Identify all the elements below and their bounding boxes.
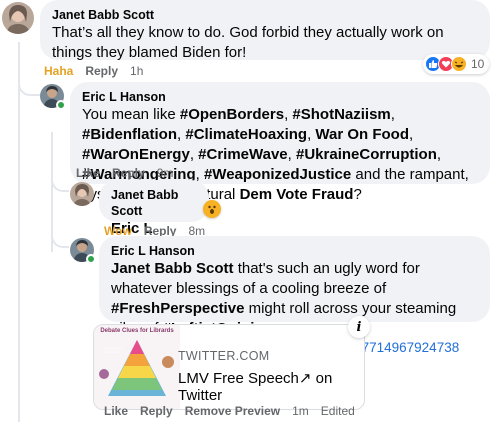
hashtag[interactable]: #WeaponizedJustice	[204, 166, 351, 183]
thread-curve-1	[18, 82, 40, 96]
wow-icon[interactable]	[203, 200, 221, 218]
haha-icon	[451, 56, 467, 72]
link-preview-title[interactable]: LMV Free Speech↗ on Twitter	[178, 369, 364, 404]
reply-author[interactable]: Eric L Hanson	[111, 243, 478, 259]
reply-bubble: Eric L Hanson Janet Babb Scott that's su…	[99, 236, 490, 355]
hashtag[interactable]: #ShotNaziism	[292, 106, 390, 123]
timestamp[interactable]: 1h	[130, 64, 143, 78]
thread-line-main	[18, 42, 20, 422]
hashtag[interactable]: #OpenBorders	[180, 106, 284, 123]
online-status-dot	[86, 254, 96, 264]
text-segment: ?	[353, 186, 362, 203]
like-button[interactable]: Like	[104, 404, 128, 418]
hashtag[interactable]: #WarOnEnergy	[82, 146, 190, 163]
hashtag[interactable]: #ClimateHoaxing	[185, 126, 307, 143]
comment-actions: Haha Reply 1h	[44, 64, 143, 78]
comment-text: That’s all they know to do. God forbid t…	[52, 24, 444, 61]
hashtag[interactable]: #Bidenflation	[82, 126, 177, 143]
reply-button[interactable]: Reply	[85, 64, 118, 78]
comment-bubble: Janet Babb Scott That’s all they know to…	[40, 0, 490, 61]
remove-preview-button[interactable]: Remove Preview	[185, 404, 280, 418]
online-status-dot	[56, 100, 66, 110]
text-segment: ,	[409, 126, 414, 143]
hashtag[interactable]: Janet Babb Scott	[111, 260, 234, 277]
text-segment: You mean like	[82, 106, 180, 123]
pyramid-image	[99, 340, 174, 396]
hashtag[interactable]: #CrimeWave	[198, 146, 288, 163]
text-segment: ,	[287, 146, 296, 163]
text-segment: ,	[189, 146, 199, 163]
thread-line-reply	[51, 132, 53, 252]
text-segment: ,	[436, 146, 442, 163]
timestamp[interactable]: 9m	[157, 166, 174, 180]
hashtag[interactable]: #UkraineCorruption	[296, 146, 437, 163]
info-icon[interactable]: i	[348, 316, 370, 338]
link-preview-thumbnail: Debate Clues for Librards	[94, 325, 180, 409]
thread-curve-2	[51, 180, 69, 192]
hashtag[interactable]: Dem Vote Fraud	[240, 186, 354, 203]
timestamp[interactable]: 1m	[292, 404, 309, 418]
comment-author[interactable]: Janet Babb Scott	[52, 7, 478, 23]
avatar[interactable]	[2, 2, 34, 34]
hashtag[interactable]: War On Food	[315, 126, 409, 143]
reply-author[interactable]: Janet Babb Scott	[111, 187, 197, 219]
reply-actions: Like Reply Remove Preview 1m Edited	[104, 404, 355, 418]
reply-bubble: Janet Babb Scott Eric L Hanson troll	[99, 180, 209, 257]
like-button[interactable]: Like	[76, 166, 100, 180]
link-preview-domain: TWITTER.COM	[178, 349, 270, 363]
reply-author[interactable]: Eric L Hanson	[82, 89, 478, 105]
edited-label: Edited	[320, 404, 355, 418]
thread-curve-3	[51, 236, 69, 248]
reply-actions: Like Reply 9m	[76, 166, 173, 180]
text-segment: ,	[390, 106, 395, 123]
avatar[interactable]	[70, 182, 94, 206]
reply-button[interactable]: Reply	[112, 166, 145, 180]
link-preview-card[interactable]: Debate Clues for Librards TWITTER.COM LM…	[93, 324, 365, 410]
reply-button[interactable]: Reply	[140, 404, 173, 418]
reaction-count: 10	[471, 57, 485, 71]
reaction-summary[interactable]: 10	[423, 54, 490, 74]
hashtag[interactable]: #FreshPerspective	[111, 300, 244, 317]
haha-reaction-button[interactable]: Haha	[44, 64, 73, 78]
